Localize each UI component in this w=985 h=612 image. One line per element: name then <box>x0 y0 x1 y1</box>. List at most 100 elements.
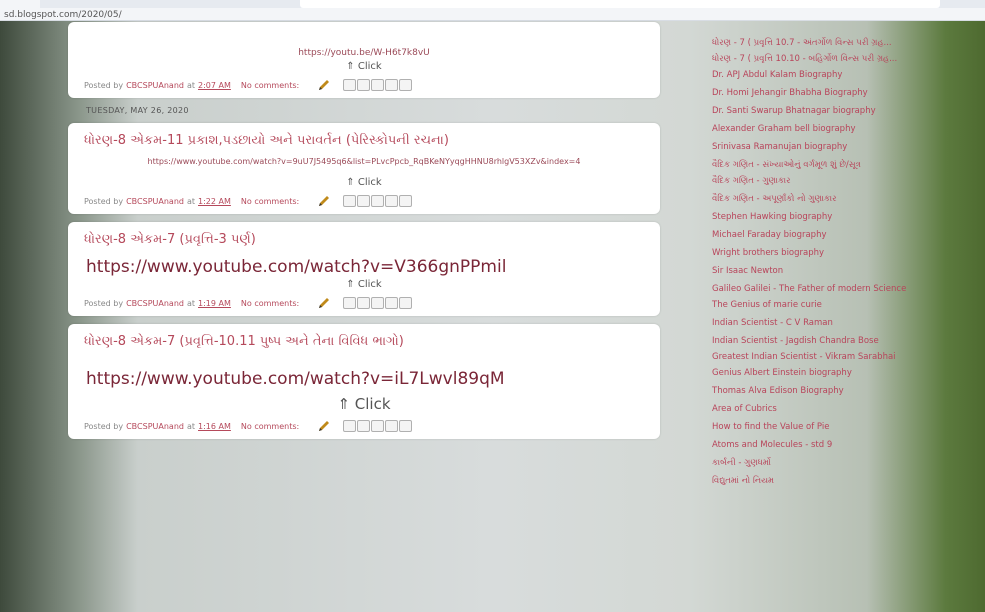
email-share-icon[interactable] <box>343 79 357 91</box>
browser-top-bar: sd.blogspot.com/2020/05/ <box>0 0 985 21</box>
post-footer: Posted by CBCSPUAnand at 1:22 AM No comm… <box>84 194 644 208</box>
at-label: at <box>186 196 196 206</box>
youtube-link[interactable]: https://www.youtube.com/watch?v=iL7Lwvl8… <box>86 369 644 389</box>
sidebar-link[interactable]: Dr. APJ Abdul Kalam Biography <box>712 70 952 80</box>
sidebar-link[interactable]: Thomas Alva Edison Biography <box>712 386 952 396</box>
author-link[interactable]: CBCSPUAnand <box>126 197 184 206</box>
post-title[interactable]: ધોરણ-8 એકમ-7 (પ્રવૃત્તિ-10.11 પુષ્પ અને … <box>84 334 644 349</box>
facebook-share-icon[interactable] <box>385 79 399 91</box>
email-share-icon[interactable] <box>343 297 357 309</box>
sidebar-link[interactable]: Galileo Galilei - The Father of modern S… <box>712 284 952 294</box>
click-label[interactable]: ⇑ Click <box>84 61 644 72</box>
pinterest-share-icon[interactable] <box>399 297 413 309</box>
youtube-link[interactable]: https://youtu.be/W-H6t7k8vU <box>84 48 644 59</box>
posted-by-label: Posted by <box>84 298 124 308</box>
sidebar-link[interactable]: વિદ્યુતમાં નો નિયમ <box>712 476 952 486</box>
post-time-link[interactable]: 1:19 AM <box>198 299 231 308</box>
pinterest-share-icon[interactable] <box>399 195 413 207</box>
pinterest-share-icon[interactable] <box>399 420 413 432</box>
sidebar-link[interactable]: Greatest Indian Scientist - Vikram Sarab… <box>712 352 952 362</box>
blog-main-column: https://youtu.be/W-H6t7k8vU ⇑ Click Post… <box>68 22 660 447</box>
sidebar-link[interactable]: કાર્બની - ગુણધર્મો <box>712 458 952 468</box>
blog-post: ધોરણ-8 એકમ-7 (પ્રવૃત્તિ-10.11 પુષ્પ અને … <box>68 324 660 439</box>
click-label[interactable]: ⇑ Click <box>84 395 644 413</box>
active-tab[interactable] <box>300 0 940 8</box>
post-footer: Posted by CBCSPUAnand at 1:19 AM No comm… <box>84 296 644 310</box>
sidebar-post-list: ધોરણ - 7 ( પ્રવૃત્તિ 10.7 - અંતર્ગોળ વિન… <box>712 38 952 494</box>
post-footer: Posted by CBCSPUAnand at 1:16 AM No comm… <box>84 419 644 433</box>
post-time-link[interactable]: 2:07 AM <box>198 81 231 90</box>
click-label[interactable]: ⇑ Click <box>84 177 644 188</box>
posted-by-label: Posted by <box>84 421 124 431</box>
blog-post: ધોરણ-8 એકમ-11 પ્રકાશ,પડછાયો અને પરાવર્તન… <box>68 123 660 214</box>
share-buttons <box>343 297 413 309</box>
sidebar-link[interactable]: ધોરણ - 7 ( પ્રવૃત્તિ 10.10 - બહિર્ગોળ વિ… <box>712 54 952 64</box>
sidebar-link[interactable]: Atoms and Molecules - std 9 <box>712 440 952 450</box>
tab-strip <box>40 0 985 8</box>
blogthis-share-icon[interactable] <box>357 297 371 309</box>
edit-pencil-icon[interactable] <box>317 78 331 92</box>
facebook-share-icon[interactable] <box>385 195 399 207</box>
sidebar-link[interactable]: The Genius of marie curie <box>712 300 952 310</box>
share-buttons <box>343 195 413 207</box>
post-title[interactable]: ધોરણ-8 એકમ-7 (પ્રવૃત્તિ-3 પર્ણ) <box>84 232 644 247</box>
email-share-icon[interactable] <box>343 195 357 207</box>
sidebar-link[interactable]: Genius Albert Einstein biography <box>712 368 952 378</box>
sidebar-link[interactable]: Indian Scientist - C V Raman <box>712 318 952 328</box>
edit-pencil-icon[interactable] <box>317 419 331 433</box>
author-link[interactable]: CBCSPUAnand <box>126 422 184 431</box>
edit-pencil-icon[interactable] <box>317 296 331 310</box>
at-label: at <box>186 421 196 431</box>
blog-post: ધોરણ-8 એકમ-7 (પ્રવૃત્તિ-3 પર્ણ) https://… <box>68 222 660 316</box>
sidebar-link[interactable]: Sir Isaac Newton <box>712 266 952 276</box>
sidebar-link[interactable]: Area of Cubrics <box>712 404 952 414</box>
youtube-link[interactable]: https://www.youtube.com/watch?v=V366gnPP… <box>86 257 644 277</box>
sidebar-link[interactable]: Alexander Graham bell biography <box>712 124 952 134</box>
sidebar-link[interactable]: How to find the Value of Pie <box>712 422 952 432</box>
sidebar-link[interactable]: Stephen Hawking biography <box>712 212 952 222</box>
at-label: at <box>186 298 196 308</box>
sidebar-link[interactable]: Michael Faraday biography <box>712 230 952 240</box>
date-header: TUESDAY, MAY 26, 2020 <box>86 106 189 115</box>
posted-by-label: Posted by <box>84 196 124 206</box>
comments-link[interactable]: No comments: <box>241 81 299 90</box>
youtube-link[interactable]: https://www.youtube.com/watch?v=9uU7J549… <box>104 156 624 167</box>
email-share-icon[interactable] <box>343 420 357 432</box>
blogthis-share-icon[interactable] <box>357 195 371 207</box>
sidebar-link[interactable]: Dr. Homi Jehangir Bhabha Biography <box>712 88 952 98</box>
share-buttons <box>343 420 413 432</box>
sidebar-link[interactable]: વૈદિક ગણિત - અપૂર્ણાંકો નો ગુણાકાર <box>712 194 952 204</box>
facebook-share-icon[interactable] <box>385 297 399 309</box>
post-time-link[interactable]: 1:16 AM <box>198 422 231 431</box>
at-label: at <box>186 80 196 90</box>
sidebar-link[interactable]: Indian Scientist - Jagdish Chandra Bose <box>712 336 952 346</box>
comments-link[interactable]: No comments: <box>241 422 299 431</box>
author-link[interactable]: CBCSPUAnand <box>126 299 184 308</box>
sidebar-link[interactable]: વૈદિક ગણિત - સંખ્યાઓનું વર્ગમૂળ શું છે/સ… <box>712 160 952 170</box>
sidebar-link[interactable]: Wright brothers biography <box>712 248 952 258</box>
blogthis-share-icon[interactable] <box>357 79 371 91</box>
post-footer: Posted by CBCSPUAnand at 2:07 AM No comm… <box>84 78 644 92</box>
blogthis-share-icon[interactable] <box>357 420 371 432</box>
comments-link[interactable]: No comments: <box>241 299 299 308</box>
share-buttons <box>343 79 413 91</box>
comments-link[interactable]: No comments: <box>241 197 299 206</box>
click-label[interactable]: ⇑ Click <box>84 279 644 290</box>
facebook-share-icon[interactable] <box>385 420 399 432</box>
sidebar-link[interactable]: ધોરણ - 7 ( પ્રવૃત્તિ 10.7 - અંતર્ગોળ વિન… <box>712 38 952 48</box>
edit-pencil-icon[interactable] <box>317 194 331 208</box>
sidebar-link[interactable]: Dr. Santi Swarup Bhatnagar biography <box>712 106 952 116</box>
blog-post: https://youtu.be/W-H6t7k8vU ⇑ Click Post… <box>68 22 660 98</box>
pinterest-share-icon[interactable] <box>399 79 413 91</box>
post-title[interactable]: ધોરણ-8 એકમ-11 પ્રકાશ,પડછાયો અને પરાવર્તન… <box>84 133 644 148</box>
twitter-share-icon[interactable] <box>371 79 385 91</box>
twitter-share-icon[interactable] <box>371 297 385 309</box>
author-link[interactable]: CBCSPUAnand <box>126 81 184 90</box>
twitter-share-icon[interactable] <box>371 420 385 432</box>
posted-by-label: Posted by <box>84 80 124 90</box>
twitter-share-icon[interactable] <box>371 195 385 207</box>
address-bar-url[interactable]: sd.blogspot.com/2020/05/ <box>4 10 122 20</box>
post-time-link[interactable]: 1:22 AM <box>198 197 231 206</box>
sidebar-link[interactable]: વૈદિક ગણિત - ગુણાકાર <box>712 176 952 186</box>
sidebar-link[interactable]: Srinivasa Ramanujan biography <box>712 142 952 152</box>
